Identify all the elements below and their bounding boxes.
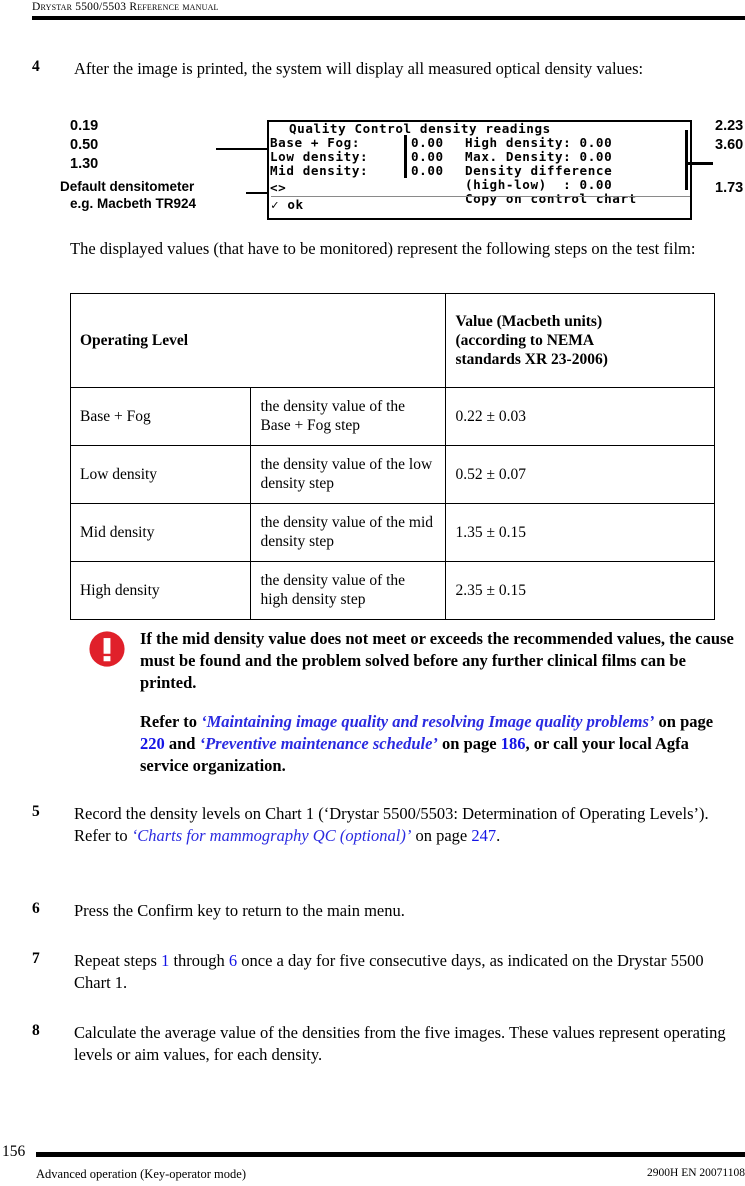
step-7-ref-step-6[interactable]: 6: [229, 951, 237, 970]
table-row: Mid density the density value of the mid…: [69, 503, 715, 562]
warning-exclamation-icon: [89, 631, 125, 667]
callout-left-note-line2: e.g. Macbeth TR924: [70, 196, 197, 211]
lcd-label-mid-density-text: Mid density:: [270, 163, 369, 178]
row-level: Base + Fog: [69, 387, 252, 446]
warning-page-ref-220[interactable]: 220: [140, 734, 165, 753]
table-header-row: Operating Level Value (Macbeth units) (a…: [69, 293, 715, 388]
leader-line-left-values: [216, 148, 271, 150]
row-value: 2.35 ± 0.15: [445, 561, 715, 620]
step-7-part1: Repeat steps: [74, 951, 162, 970]
step-8-text: Calculate the average value of the densi…: [74, 1023, 726, 1064]
row-description: the density value of the low density ste…: [250, 445, 447, 504]
row-description: the density value of the Base + Fog step: [250, 387, 447, 446]
step-8-number: 8: [32, 1022, 40, 1039]
footer-section-title: Advanced operation (Key-operator mode): [36, 1167, 246, 1181]
step-5-page-ref-247[interactable]: 247: [471, 826, 496, 845]
lcd-label-base-fog-text: Base + Fog:: [270, 135, 361, 150]
row-level: Mid density: [69, 503, 252, 562]
row-value: 0.52 ± 0.07: [445, 445, 715, 504]
callout-left-note: Default densitometer e.g. Macbeth TR924: [60, 178, 240, 212]
lcd-screenshot-figure: 0.19 0.50 1.30 Default densitometer e.g.…: [60, 118, 745, 230]
step-6-text: Press the Confirm key to return to the m…: [74, 901, 405, 920]
step-5-text: Record the density levels on Chart 1 (‘D…: [74, 803, 744, 847]
warning-link-image-quality[interactable]: ‘Maintaining image quality and resolving…: [201, 712, 654, 731]
step-5-link-charts[interactable]: ‘Charts for mammography QC (optional)’: [132, 826, 412, 845]
lcd-value-mid-density: 0.00: [411, 163, 444, 178]
warning-p2-part4: on page: [437, 734, 501, 753]
lcd-nav-arrows-icon[interactable]: <>: [270, 180, 286, 195]
step-7-text: Repeat steps 1 through 6 once a day for …: [74, 950, 744, 994]
warning-p2-part3: and: [164, 734, 200, 753]
intro-paragraph: The displayed values (that have to be mo…: [70, 239, 696, 258]
header-rule: [32, 16, 745, 20]
table-row: Base + Fog the density value of the Base…: [69, 387, 715, 446]
step-7-part2: through: [169, 951, 229, 970]
operating-levels-table: Operating Level Value (Macbeth units) (a…: [69, 293, 715, 620]
table-body: Base + Fog the density value of the Base…: [69, 387, 715, 620]
step-5-number: 5: [32, 803, 40, 820]
table-header-value-line1: Value (Macbeth units): [455, 312, 603, 330]
page-running-header: Drystar 5500/5503 Reference manual: [32, 1, 219, 13]
warning-page-ref-186[interactable]: 186: [501, 734, 526, 753]
callout-left-value-3: 1.30: [70, 156, 99, 172]
row-description: the density value of the mid density ste…: [250, 503, 447, 562]
table-header-value-line3: standards XR 23-2006): [455, 350, 608, 368]
footer-rule: [36, 1152, 745, 1157]
footer-document-code: 2900H EN 20071108: [647, 1167, 745, 1179]
lcd-label-mid-density: Mid density:: [270, 163, 369, 178]
warning-paragraph-1: If the mid density value does not meet o…: [140, 629, 734, 692]
step-6-number: 6: [32, 900, 40, 917]
lcd-vertical-divider: [404, 135, 407, 178]
step-4-number: 4: [32, 58, 40, 75]
row-value: 1.35 ± 0.15: [445, 503, 715, 562]
lcd-label-low-density-text: Low density:: [270, 149, 369, 164]
lcd-copy-on-control-chart: Copy on control chart: [465, 191, 637, 206]
row-value: 0.22 ± 0.03: [445, 387, 715, 446]
warning-paragraph-2: Refer to ‘Maintaining image quality and …: [140, 711, 740, 777]
row-description: the density value of the high density st…: [250, 561, 447, 620]
footer-page-number: 156: [2, 1143, 26, 1160]
step-5-part3: .: [496, 826, 501, 845]
warning-p2-part1: Refer to: [140, 712, 202, 731]
warning-link-preventive-maintenance[interactable]: ‘Preventive maintenance schedule’: [200, 734, 438, 753]
row-level: High density: [69, 561, 252, 620]
callout-left-value-1: 0.19: [70, 118, 99, 134]
table-header-operating-level: Operating Level: [69, 293, 447, 388]
leader-bar-right: [685, 130, 688, 190]
leader-line-right: [685, 162, 713, 165]
callout-right-value-3: 1.73: [715, 180, 744, 196]
step-4-text: After the image is printed, the system w…: [74, 59, 644, 78]
lcd-footer-separator: [271, 196, 690, 197]
step-7-number: 7: [32, 950, 40, 967]
lcd-screen: Quality Control density readings Base + …: [267, 120, 692, 220]
lcd-ok-button[interactable]: ✓ ok: [271, 197, 304, 212]
table-row: High density the density value of the hi…: [69, 561, 715, 620]
callout-right-value-2: 3.60: [715, 137, 744, 153]
row-level: Low density: [69, 445, 252, 504]
table-row: Low density the density value of the low…: [69, 445, 715, 504]
table-header-value-line2: (according to NEMA: [455, 331, 595, 349]
warning-p2-part2: on page: [654, 712, 714, 731]
table-head: Operating Level Value (Macbeth units) (a…: [69, 293, 715, 388]
callout-left-note-line1: Default densitometer: [60, 179, 195, 194]
step-5-part2: on page: [411, 826, 472, 845]
callout-right-value-1: 2.23: [715, 118, 744, 134]
table-header-value: Value (Macbeth units) (according to NEMA…: [445, 293, 715, 388]
callout-left-value-2: 0.50: [70, 137, 99, 153]
warning-note-body: If the mid density value does not meet o…: [140, 628, 740, 777]
